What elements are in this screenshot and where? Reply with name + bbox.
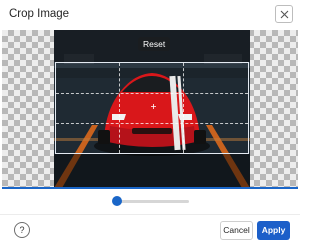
crop-canvas[interactable]: Reset — [2, 30, 298, 188]
crop-grid-line — [119, 63, 120, 153]
crop-grid-line — [56, 93, 248, 94]
slider-thumb[interactable] — [112, 196, 122, 206]
crop-selection-box[interactable] — [55, 62, 249, 154]
footer-divider — [0, 214, 300, 215]
crop-grid-line — [56, 123, 248, 124]
crop-image-dialog: Crop Image Reset ? Cancel Apply — [0, 0, 300, 246]
close-icon — [280, 10, 289, 19]
zoom-slider[interactable] — [112, 196, 189, 206]
close-button[interactable] — [275, 5, 293, 23]
apply-button[interactable]: Apply — [257, 221, 290, 240]
help-icon: ? — [19, 225, 25, 235]
crop-grid-line — [183, 63, 184, 153]
reset-button[interactable]: Reset — [138, 37, 171, 51]
dialog-header: Crop Image — [0, 0, 300, 30]
slider-track — [113, 200, 189, 203]
crop-area-border — [2, 187, 298, 189]
crop-overlay-bottom — [54, 154, 250, 188]
plus-icon — [151, 104, 156, 109]
dialog-title: Crop Image — [9, 8, 70, 20]
help-button[interactable]: ? — [14, 222, 30, 238]
cancel-button[interactable]: Cancel — [220, 221, 253, 240]
